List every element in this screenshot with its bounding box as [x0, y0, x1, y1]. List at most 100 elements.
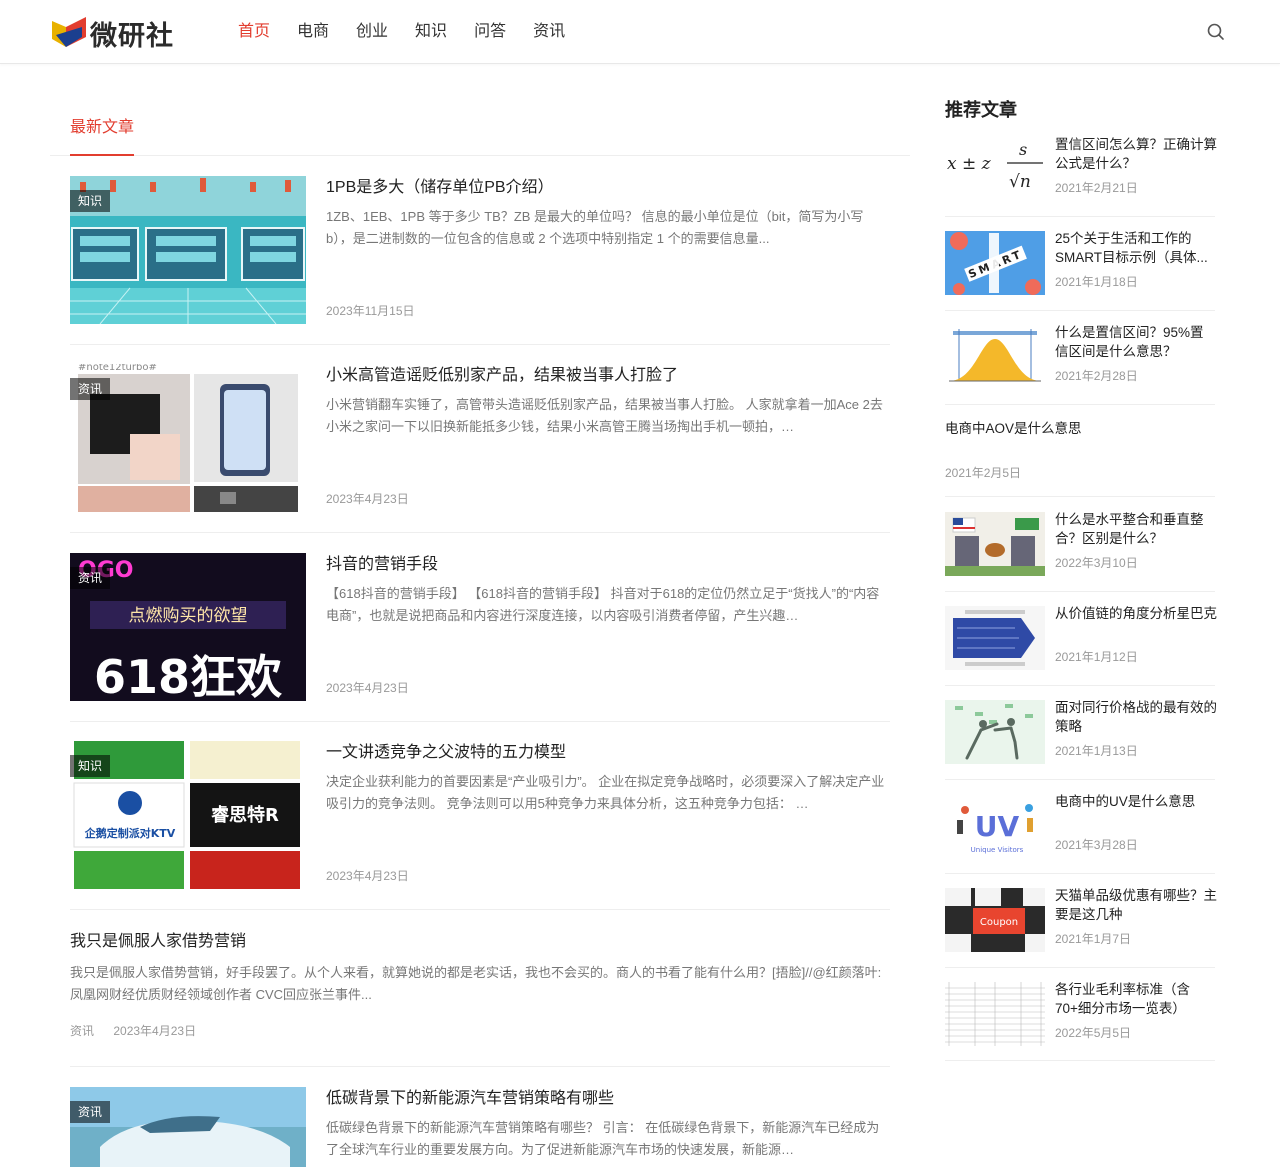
article-thumbnail[interactable]: 知识	[70, 176, 306, 324]
nav-item-knowledge[interactable]: 知识	[415, 20, 447, 44]
sidebar-article-title[interactable]: 什么是置信区间？95%置信区间是什么意思？	[1055, 323, 1217, 361]
coupon-keyboard-image: Coupon	[945, 888, 1045, 952]
sidebar-article-title[interactable]: 天猫单品级优惠有哪些？主要是这几种	[1055, 886, 1217, 924]
smart-goals-image: SMART	[945, 231, 1045, 295]
nav-item-qa[interactable]: 问答	[474, 20, 506, 44]
nav-item-ecommerce[interactable]: 电商	[297, 20, 329, 44]
tab-latest-articles[interactable]: 最新文章	[70, 116, 134, 156]
article-title[interactable]: 抖音的营销手段	[326, 553, 438, 577]
nav-item-startup[interactable]: 创业	[356, 20, 388, 44]
article-excerpt: 低碳绿色背景下的新能源汽车营销策略有哪些？ 引言： 在低碳绿色背景下，新能源汽车…	[326, 1120, 880, 1157]
article-thumbnail[interactable]: 企鹅定制派对KTV 睿思特R 知识	[70, 741, 306, 889]
a2-top-text: #note12turbo#	[78, 364, 157, 373]
sidebar-article-date: 2021年2月28日	[1055, 369, 1138, 383]
article-title[interactable]: 一文讲透竞争之父波特的五力模型	[326, 741, 566, 765]
article-date: 2023年4月23日	[326, 869, 409, 883]
sidebar-article[interactable]: 面对同行价格战的最有效的策略 2021年1月13日	[945, 698, 1217, 780]
sidebar-article-title[interactable]: 各行业毛利率标准（含70+细分市场一览表）	[1055, 980, 1217, 1018]
sidebar-article[interactable]: 什么是水平整合和垂直整合？区别是什么？ 2022年3月10日	[945, 512, 1215, 592]
value-chain-image	[945, 606, 1045, 670]
sidebar-article-title[interactable]: 置信区间怎么算？正确计算公式是什么？	[1055, 135, 1217, 173]
sidebar-article[interactable]: s x ± z √n 置信区间怎么算？正确计算公式是什么？ 2021年2月21日	[945, 135, 1217, 217]
article-date: 2023年4月23日	[326, 492, 409, 506]
sidebar-article-title[interactable]: 面对同行价格战的最有效的策略	[1055, 698, 1217, 736]
sidebar-thumbnail[interactable]: s x ± z √n	[945, 137, 1045, 201]
sidebar-article[interactable]: Coupon 天猫单品级优惠有哪些？主要是这几种 2021年1月7日	[945, 886, 1217, 968]
nav-item-home[interactable]: 首页	[238, 20, 270, 44]
article-category[interactable]: 资讯	[70, 1024, 94, 1038]
site-header: 微研社 首页 电商 创业 知识 问答 资讯	[0, 0, 1280, 64]
nav-item-news[interactable]: 资讯	[533, 20, 565, 44]
a4-brand-text: 睿思特R	[211, 804, 279, 826]
sidebar-article-date: 2022年5月5日	[1055, 1026, 1132, 1040]
article-card[interactable]: 企鹅定制派对KTV 睿思特R 知识 一文讲透竞争之父波特的五力模型 决定企业获利…	[70, 741, 890, 910]
sidebar-article-date: 2021年2月21日	[1055, 181, 1138, 195]
sidebar-article[interactable]: 从价值链的角度分析星巴克 2021年1月12日	[945, 604, 1217, 686]
uv-text: UV	[975, 810, 1020, 843]
formula-s: s	[1019, 140, 1027, 159]
category-badge: 知识	[70, 755, 111, 777]
article-thumbnail[interactable]: #note12turbo# 资讯	[70, 364, 306, 512]
logo-mark-icon	[52, 17, 86, 47]
sidebar-article-title[interactable]: 电商中的UV是什么意思	[1055, 792, 1217, 830]
formula-n: √n	[1009, 172, 1031, 192]
a3-mid-text: 点燃购买的欲望	[129, 606, 248, 626]
article-title[interactable]: 1PB是多大（储存单位PB介绍）	[326, 176, 554, 200]
article-excerpt: 我只是佩服人家借势营销，好手段罢了。从个人来看，就算她说的都是老实话，我也不会买…	[70, 965, 882, 1002]
sidebar-article-title[interactable]: 什么是水平整合和垂直整合？区别是什么？	[1055, 510, 1217, 548]
sidebar-thumbnail[interactable]: UV Unique Visitors	[945, 794, 1045, 858]
article-card-text[interactable]: 我只是佩服人家借势营销 我只是佩服人家借势营销，好手段罢了。从个人来看，就算她说…	[70, 930, 890, 1067]
a3-big-text: 618狂欢	[94, 650, 282, 701]
unique-visitors-image: UV Unique Visitors	[945, 794, 1045, 858]
sidebar-thumbnail[interactable]	[945, 982, 1045, 1046]
category-badge: 资讯	[70, 1101, 111, 1123]
category-badge: 资讯	[70, 378, 111, 400]
sidebar-article-date: 2021年1月18日	[1055, 275, 1138, 289]
article-card[interactable]: 知识 1PB是多大（储存单位PB介绍） 1ZB、1EB、1PB 等于多少 TB？…	[70, 176, 890, 345]
search-icon[interactable]	[1206, 22, 1226, 42]
formula-image: s x ± z √n	[945, 137, 1045, 201]
sidebar-article-text[interactable]: 电商中AOV是什么意思 2021年2月5日	[945, 419, 1215, 497]
sidebar-article[interactable]: UV Unique Visitors 电商中的UV是什么意思 2021年3月28…	[945, 794, 1215, 874]
sidebar-article-title[interactable]: 从价值链的角度分析星巴克	[1055, 604, 1217, 642]
sidebar-article-date: 2021年1月13日	[1055, 744, 1138, 758]
sidebar-thumbnail[interactable]: SMART	[945, 231, 1045, 295]
formula-main: x ± z	[947, 154, 992, 174]
bell-curve-image	[945, 325, 1045, 389]
sidebar-article-date: 2021年1月7日	[1055, 932, 1132, 946]
sidebar-article-title[interactable]: 25个关于生活和工作的SMART目标示例（具体...	[1055, 229, 1217, 267]
margin-table-image	[945, 982, 1045, 1046]
ev-car-image	[70, 1087, 306, 1167]
sidebar-article[interactable]: 什么是置信区间？95%置信区间是什么意思？ 2021年2月28日	[945, 325, 1215, 405]
article-card[interactable]: OGO 点燃购买的欲望 618狂欢 资讯 抖音的营销手段 【618抖音的营销手段…	[70, 553, 890, 722]
article-thumbnail[interactable]: OGO 点燃购买的欲望 618狂欢 资讯	[70, 553, 306, 701]
article-card[interactable]: 资讯 低碳背景下的新能源汽车营销策略有哪些 低碳绿色背景下的新能源汽车营销策略有…	[70, 1087, 890, 1167]
sidebar-thumbnail[interactable]	[945, 325, 1045, 389]
sidebar-article-title[interactable]: 电商中AOV是什么意思	[945, 419, 1082, 439]
article-tabs: 最新文章	[50, 108, 910, 156]
integration-image	[945, 512, 1045, 576]
article-title[interactable]: 低碳背景下的新能源汽车营销策略有哪些	[326, 1087, 614, 1111]
sidebar-thumbnail[interactable]	[945, 512, 1045, 576]
site-logo[interactable]: 微研社	[52, 14, 192, 52]
article-thumbnail[interactable]: 资讯	[70, 1087, 306, 1167]
category-badge: 资讯	[70, 567, 111, 589]
article-date: 2023年11月15日	[326, 304, 415, 318]
sidebar-thumbnail[interactable]: Coupon	[945, 888, 1045, 952]
sidebar-thumbnail[interactable]	[945, 606, 1045, 670]
sidebar-article-date: 2021年1月12日	[1055, 650, 1138, 664]
sidebar-article[interactable]: 各行业毛利率标准（含70+细分市场一览表） 2022年5月5日	[945, 982, 1215, 1061]
article-date: 2023年4月23日	[113, 1024, 197, 1038]
sidebar-article-date: 2021年3月28日	[1055, 838, 1138, 852]
sidebar-article[interactable]: SMART 25个关于生活和工作的SMART目标示例（具体... 2021年1月…	[945, 231, 1215, 311]
fencing-image	[945, 700, 1045, 764]
article-card[interactable]: #note12turbo# 资讯 小米高管造谣贬低别家产品，结果被当事人打脸了 …	[70, 364, 890, 533]
article-title[interactable]: 我只是佩服人家借势营销	[70, 930, 246, 954]
article-excerpt: 1ZB、1EB、1PB 等于多少 TB？ZB 是最大的单位吗？ 信息的最小单位是…	[326, 209, 864, 246]
sidebar-article-date: 2021年2月5日	[945, 466, 1022, 480]
article-title[interactable]: 小米高管造谣贬低别家产品，结果被当事人打脸了	[326, 364, 678, 388]
uv-caption: Unique Visitors	[971, 846, 1024, 854]
main-nav: 首页 电商 创业 知识 问答 资讯	[238, 20, 592, 44]
category-badge: 知识	[70, 190, 111, 212]
sidebar-thumbnail[interactable]	[945, 700, 1045, 764]
